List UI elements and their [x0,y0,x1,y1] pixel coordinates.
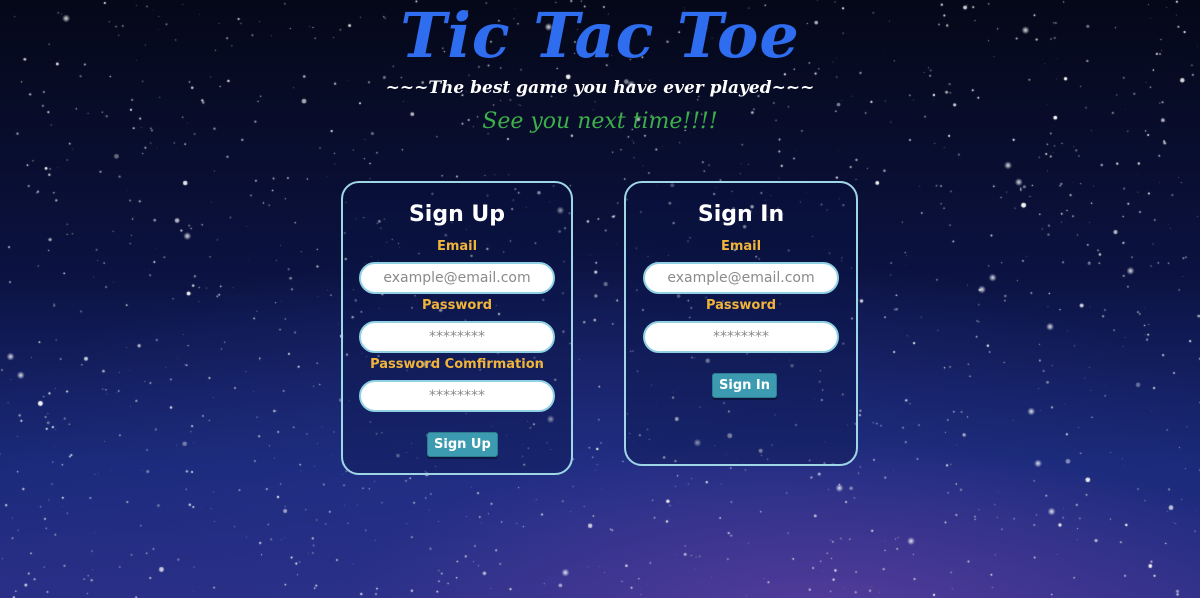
farewell-message: See you next time!!!! [482,109,718,134]
sign-up-email-input[interactable] [359,262,555,294]
game-title: Tic Tac Toe [400,0,800,72]
sign-in-password-label: Password [705,298,777,313]
sign-in-form: Sign In Email Password Sign In [624,181,858,466]
sign-up-password-confirmation-label: Password Comfirmation [370,357,544,372]
tagline: ~~~The best game you have ever played~~~ [385,78,815,98]
sign-in-password-input[interactable] [643,321,839,353]
sign-up-heading: Sign Up [408,202,506,227]
sign-up-password-input[interactable] [359,321,555,353]
sign-in-heading: Sign In [697,202,785,227]
sign-in-email-label: Email [720,239,762,254]
sign-up-password-confirmation-input[interactable] [359,380,555,412]
sign-up-email-label: Email [436,239,478,254]
sign-in-button[interactable]: Sign In [712,373,777,398]
sign-up-form: Sign Up Email Password Password Comfirma… [341,181,573,475]
sign-up-button[interactable]: Sign Up [427,432,498,457]
sign-in-email-input[interactable] [643,262,839,294]
sign-up-password-label: Password [421,298,493,313]
